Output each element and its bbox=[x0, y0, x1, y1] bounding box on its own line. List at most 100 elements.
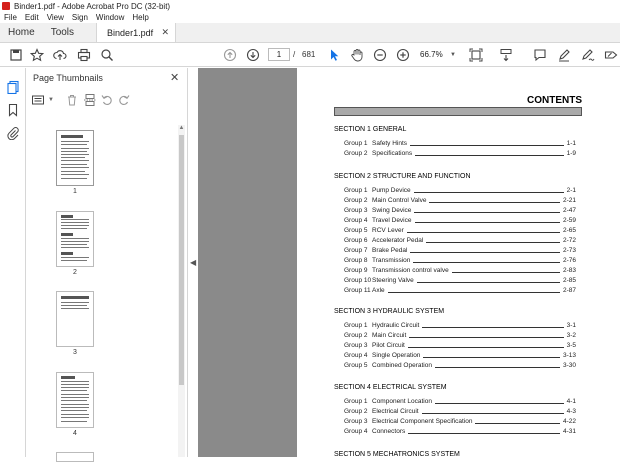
toc-row[interactable]: Group 10 Steering Valve 2-85 bbox=[344, 275, 576, 285]
toc-row[interactable]: Group 3 Electrical Component Specificatio… bbox=[344, 416, 576, 426]
toc-leader-line bbox=[414, 208, 560, 213]
tab-tools[interactable]: Tools bbox=[43, 23, 82, 42]
chevron-down-icon: ▼ bbox=[450, 51, 456, 58]
menu-window[interactable]: Window bbox=[96, 13, 124, 22]
toc-row[interactable]: Group 1 Hydraulic Circuit 3-1 bbox=[344, 320, 576, 330]
toc-row[interactable]: Group 4 Connectors 4-31 bbox=[344, 426, 576, 436]
toc-entry-name: Electrical Component Specification bbox=[372, 417, 473, 425]
zoom-in-icon[interactable] bbox=[395, 47, 411, 63]
thumbnail-page[interactable] bbox=[56, 130, 94, 186]
tab-home[interactable]: Home bbox=[0, 23, 43, 42]
toc-page-number: 4-1 bbox=[566, 397, 576, 405]
rotate-right-icon[interactable] bbox=[117, 93, 131, 107]
toc-row[interactable]: Group 6 Accelerator Pedal 2-72 bbox=[344, 235, 576, 245]
chevron-down-icon[interactable]: ▼ bbox=[44, 93, 58, 107]
toc-group: Group 2 bbox=[344, 149, 368, 157]
toc-row[interactable]: Group 4 Travel Device 2-59 bbox=[344, 215, 576, 225]
comment-icon[interactable] bbox=[532, 47, 548, 63]
toc-group: Group 4 bbox=[344, 216, 368, 224]
tab-document[interactable]: Binder1.pdf ✕ bbox=[96, 23, 177, 42]
hand-tool-icon[interactable] bbox=[349, 47, 365, 63]
toc-row[interactable]: Group 7 Brake Pedal 2-73 bbox=[344, 245, 576, 255]
options-menu-icon[interactable] bbox=[31, 93, 45, 107]
toc-row[interactable]: Group 5 RCV Lever 2-65 bbox=[344, 225, 576, 235]
page-thumbnails-icon[interactable] bbox=[6, 80, 20, 94]
toc-group: Group 11 bbox=[344, 286, 371, 294]
menu-help[interactable]: Help bbox=[132, 13, 148, 22]
toc-group: Group 6 bbox=[344, 236, 368, 244]
previous-page-icon[interactable] bbox=[222, 47, 238, 63]
zoom-dropdown[interactable]: 66.7% ▼ bbox=[418, 48, 458, 61]
delete-icon[interactable] bbox=[65, 93, 79, 107]
menu-sign[interactable]: Sign bbox=[72, 13, 88, 22]
toc-entry-name: Steering Valve bbox=[372, 276, 414, 284]
attachments-icon[interactable] bbox=[6, 126, 20, 140]
toc-entry-name: RCV Lever bbox=[372, 226, 404, 234]
toc-group: Group 5 bbox=[344, 226, 368, 234]
thumbnail-tools: ▼ bbox=[31, 93, 181, 109]
upload-cloud-icon[interactable] bbox=[52, 47, 68, 63]
toc-row[interactable]: Group 3 Swing Device 2-47 bbox=[344, 205, 576, 215]
toc-leader-line bbox=[409, 333, 564, 338]
toc-entry-name: Brake Pedal bbox=[372, 246, 408, 254]
toc-group: Group 2 bbox=[344, 407, 368, 415]
thumbnail-page[interactable] bbox=[56, 211, 94, 267]
thumbnail-scrollbar[interactable]: ▲ bbox=[178, 125, 185, 457]
toc-row[interactable]: Group 1 Pump Device 2-1 bbox=[344, 185, 576, 195]
scroll-mode-icon[interactable] bbox=[498, 47, 514, 63]
thumbnail-page[interactable] bbox=[56, 372, 94, 428]
toc-page-number: 3-13 bbox=[562, 351, 576, 359]
toc-leader-line bbox=[435, 399, 564, 404]
toc-group: Group 10 bbox=[344, 276, 372, 284]
toc-group: Group 9 bbox=[344, 266, 368, 274]
extract-pages-icon[interactable] bbox=[83, 93, 97, 107]
page-separator: / bbox=[293, 50, 296, 59]
page-fit-icon[interactable] bbox=[468, 47, 484, 63]
menu-edit[interactable]: Edit bbox=[25, 13, 39, 22]
scroll-up-icon[interactable]: ▲ bbox=[178, 125, 185, 133]
thumbnail-page[interactable] bbox=[56, 291, 94, 347]
toc-row[interactable]: Group 2 Electrical Circuit 4-3 bbox=[344, 406, 576, 416]
fill-sign-icon[interactable] bbox=[603, 47, 619, 63]
page-number-input[interactable]: 1 bbox=[268, 48, 290, 61]
toc-row[interactable]: Group 1 Safety Hints 1-1 bbox=[344, 138, 576, 148]
toc-row[interactable]: Group 2 Main Control Valve 2-21 bbox=[344, 195, 576, 205]
toc-row[interactable]: Group 3 Pilot Circuit 3-5 bbox=[344, 340, 576, 350]
toc-entry-name: Accelerator Pedal bbox=[372, 236, 424, 244]
zoom-search-icon[interactable] bbox=[99, 47, 115, 63]
bookmark-star-icon[interactable] bbox=[29, 47, 45, 63]
toc-group: Group 3 bbox=[344, 341, 368, 349]
toc-row[interactable]: Group 5 Combined Operation 3-30 bbox=[344, 360, 576, 370]
toc-row[interactable]: Group 1 Component Location 4-1 bbox=[344, 396, 576, 406]
highlight-pen-icon[interactable] bbox=[556, 47, 572, 63]
menu-file[interactable]: File bbox=[4, 13, 17, 22]
toc-row[interactable]: Group 4 Single Operation 3-13 bbox=[344, 350, 576, 360]
zoom-out-icon[interactable] bbox=[372, 47, 388, 63]
save-icon[interactable] bbox=[8, 47, 24, 63]
bookmarks-icon[interactable] bbox=[6, 103, 20, 117]
next-page-icon[interactable] bbox=[245, 47, 261, 63]
rotate-left-icon[interactable] bbox=[100, 93, 114, 107]
collapse-panel-icon[interactable]: ◀ bbox=[190, 258, 196, 267]
print-icon[interactable] bbox=[76, 47, 92, 63]
menu-bar: File Edit View Sign Window Help bbox=[0, 12, 620, 23]
toc-entry-name: Pilot Circuit bbox=[372, 341, 405, 349]
menu-view[interactable]: View bbox=[47, 13, 64, 22]
toc-page-number: 3-2 bbox=[566, 331, 576, 339]
sign-pen-icon[interactable] bbox=[580, 47, 596, 63]
toc-leader-line bbox=[410, 141, 564, 146]
toc-entry-name: Pump Device bbox=[372, 186, 411, 194]
toc-row[interactable]: Group 2 Specifications 1-9 bbox=[344, 148, 576, 158]
close-icon[interactable]: ✕ bbox=[162, 27, 170, 38]
toc-row[interactable]: Group 2 Main Circuit 3-2 bbox=[344, 330, 576, 340]
toc-entry-name: Combined Operation bbox=[372, 361, 432, 369]
select-cursor-icon[interactable] bbox=[326, 47, 342, 63]
toc-row[interactable]: Group 9 Transmission control valve 2-83 bbox=[344, 265, 576, 275]
left-rail bbox=[0, 68, 26, 457]
close-icon[interactable]: ✕ bbox=[170, 71, 179, 84]
toc-row[interactable]: Group 8 Transmission 2-76 bbox=[344, 255, 576, 265]
toc-leader-line bbox=[413, 188, 564, 193]
toc-row[interactable]: Group 11 Axle 2-87 bbox=[344, 285, 576, 295]
scrollbar-thumb[interactable] bbox=[179, 135, 184, 385]
thumbnail-page[interactable] bbox=[56, 452, 94, 462]
